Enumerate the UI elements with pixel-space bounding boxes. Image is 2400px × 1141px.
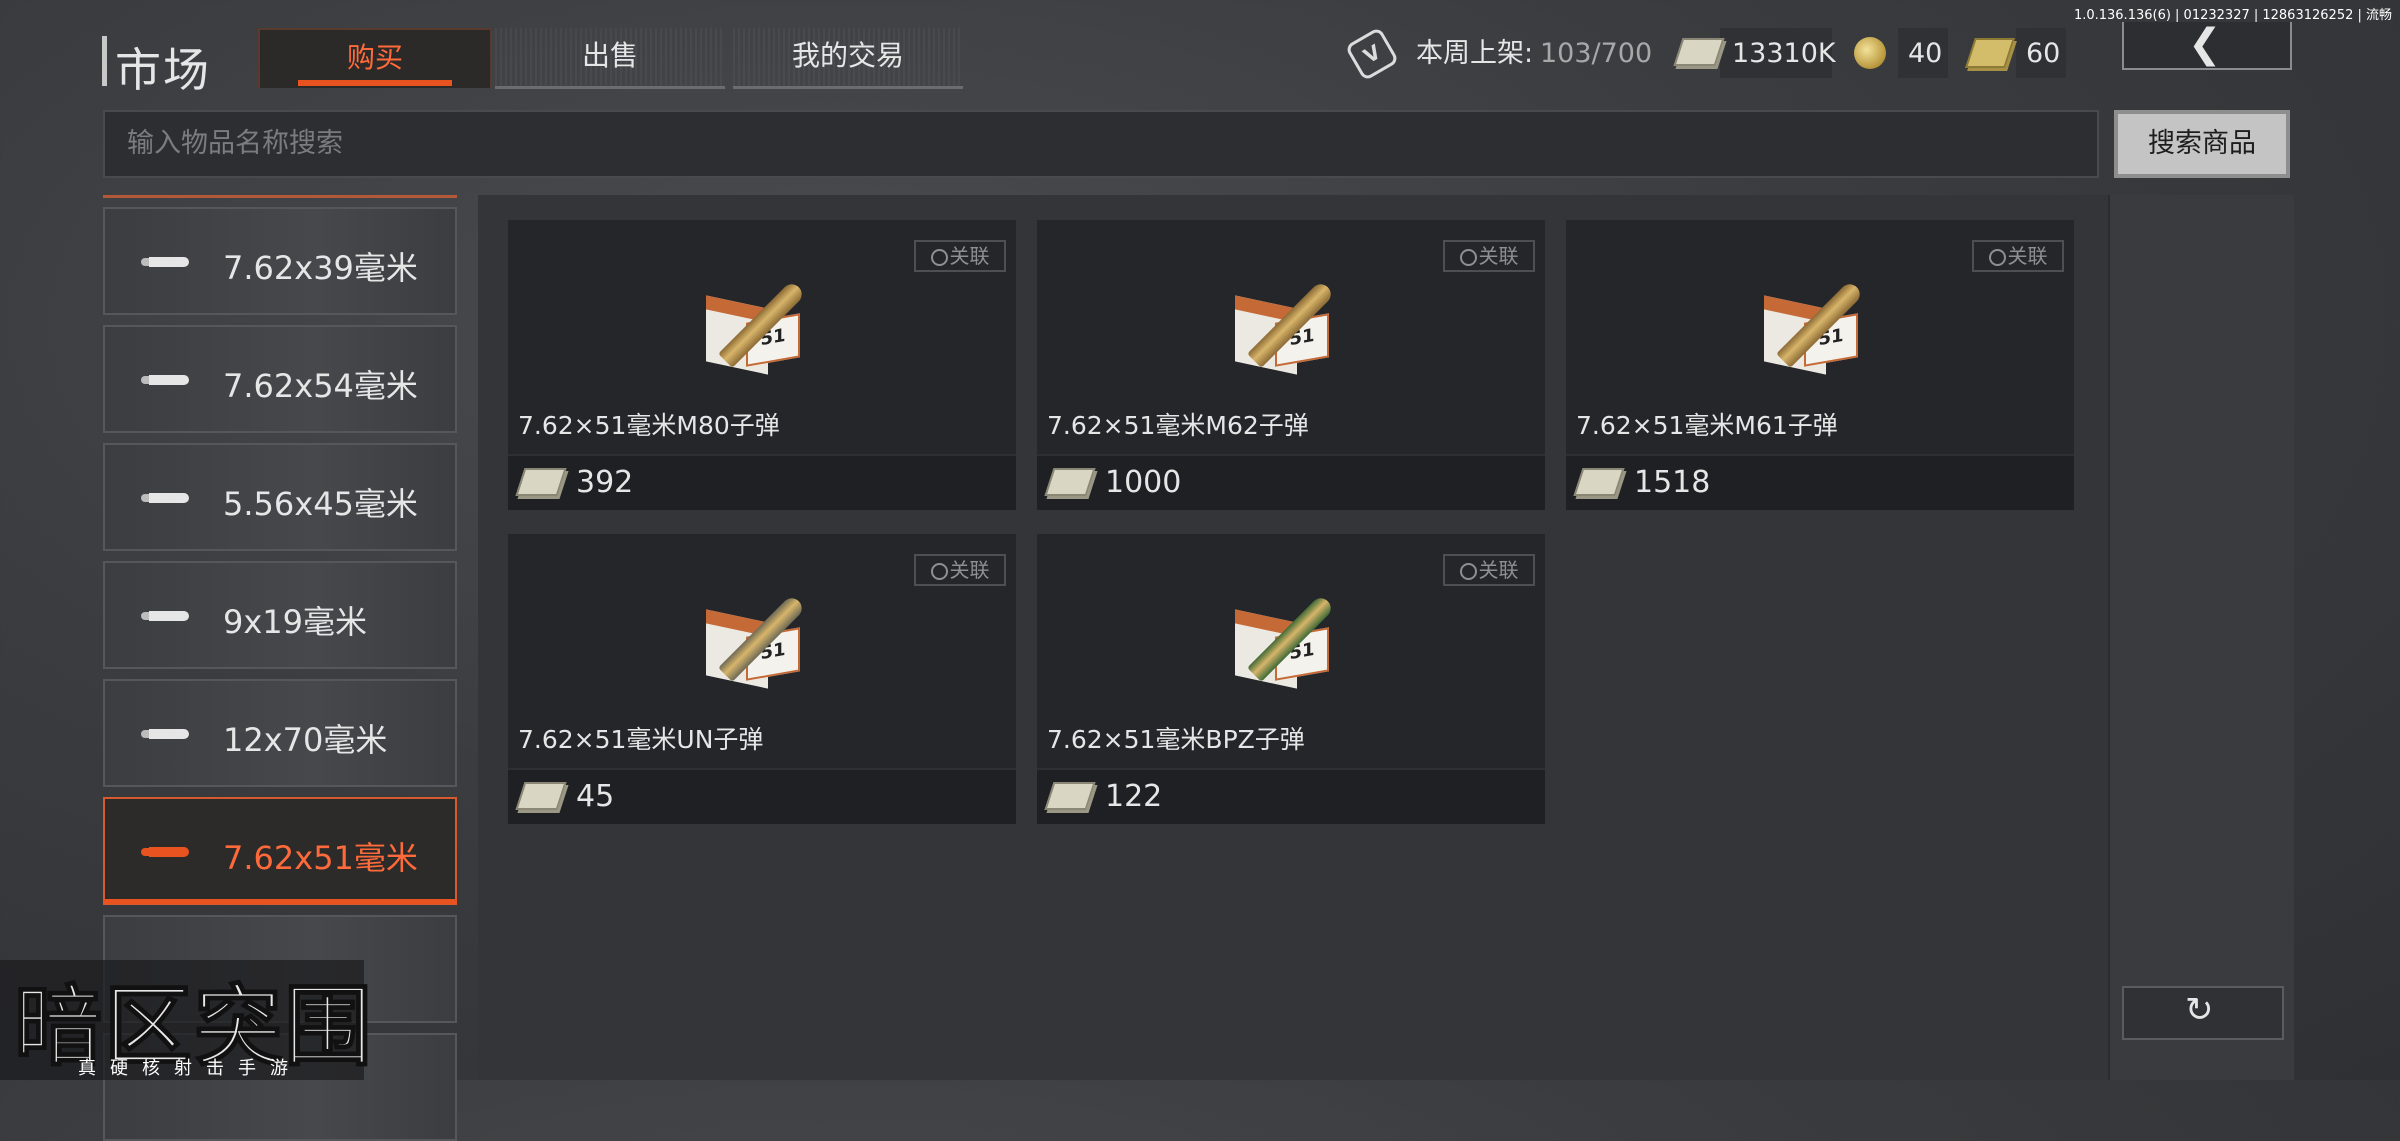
category-label: 7.62x39毫米	[223, 249, 418, 287]
weekly-listing-label: 本周上架:	[1416, 38, 1534, 69]
category-item-selected[interactable]: 7.62x51毫米	[103, 797, 457, 905]
item-name: 7.62×51毫米M62子弹	[1047, 411, 1309, 440]
related-label: 关联	[2007, 244, 2048, 268]
item-price: 1518	[1634, 465, 1711, 500]
category-item[interactable]: 7.62x39毫米	[103, 207, 457, 315]
coin-value: 40	[1908, 38, 1943, 69]
category-item[interactable]: 7.62x54毫米	[103, 325, 457, 433]
category-label: 12x70毫米	[223, 721, 388, 759]
search-icon	[1459, 563, 1477, 580]
item-card[interactable]: 51 关联 7.62×51毫米M80子弹 392	[508, 220, 1016, 510]
ammo-icon: 51	[1235, 272, 1355, 382]
sidebar-top-line	[103, 195, 457, 198]
related-button[interactable]: 关联	[914, 240, 1006, 272]
search-icon	[1988, 249, 2006, 266]
tab-sell[interactable]: 出售	[495, 28, 725, 89]
refresh-icon: ↻	[2185, 990, 2214, 1030]
listing-ticket-icon: V	[1344, 26, 1400, 82]
item-card[interactable]: 51 关联 7.62×51毫米UN子弹 45	[508, 534, 1016, 824]
cash-value: 13310K	[1732, 38, 1836, 69]
category-label: 9x19毫米	[223, 603, 368, 641]
category-item[interactable]: 5.56x45毫米	[103, 443, 457, 551]
related-button[interactable]: 关联	[914, 554, 1006, 586]
related-label: 关联	[1478, 244, 1519, 268]
tab-my-trades[interactable]: 我的交易	[733, 28, 963, 89]
bullet-icon	[141, 375, 189, 385]
search-icon	[1459, 249, 1477, 266]
category-item[interactable]: 9x19毫米	[103, 561, 457, 669]
search-icon	[930, 563, 948, 580]
item-name: 7.62×51毫米M80子弹	[518, 411, 780, 440]
gold-cash-value: 60	[2026, 38, 2061, 69]
cash-icon	[1673, 38, 1725, 66]
bullet-icon	[141, 493, 189, 503]
related-label: 关联	[1478, 558, 1519, 582]
version-text: 1.0.136.136(6) | 01232327 | 12863126252 …	[2073, 8, 2392, 23]
weekly-listing-value: 103/700	[1540, 38, 1653, 69]
related-button[interactable]: 关联	[1443, 240, 1535, 272]
bullet-icon	[141, 611, 189, 621]
category-label: 5.56x45毫米	[223, 485, 418, 523]
search-input[interactable]: 输入物品名称搜索	[103, 110, 2099, 178]
category-label: 7.62x51毫米	[223, 839, 418, 877]
related-label: 关联	[949, 558, 990, 582]
tab-buy[interactable]: 购买	[258, 28, 492, 88]
item-card[interactable]: 51 关联 7.62×51毫米M62子弹 1000	[1037, 220, 1545, 510]
item-price: 45	[576, 779, 615, 814]
bullet-icon	[141, 257, 189, 267]
category-item[interactable]: 12x70毫米	[103, 679, 457, 787]
ammo-icon: 51	[706, 272, 826, 382]
coin-icon	[1854, 37, 1886, 69]
ammo-icon: 51	[706, 586, 826, 696]
related-button[interactable]: 关联	[1443, 554, 1535, 586]
item-card[interactable]: 51 关联 7.62×51毫米BPZ子弹 122	[1037, 534, 1545, 824]
item-name: 7.62×51毫米M61子弹	[1576, 411, 1838, 440]
item-price: 392	[576, 465, 634, 500]
gold-cash-icon	[1965, 38, 2015, 68]
item-card[interactable]: 51 关联 7.62×51毫米M61子弹 1518	[1566, 220, 2074, 510]
item-price: 122	[1105, 779, 1163, 814]
bullet-icon	[141, 847, 189, 857]
category-label: 7.62x54毫米	[223, 367, 418, 405]
right-column	[2108, 195, 2294, 1080]
search-button[interactable]: 搜索商品	[2114, 110, 2290, 178]
search-icon	[930, 249, 948, 266]
ammo-icon: 51	[1764, 272, 1884, 382]
chevron-left-icon: ❮	[2188, 21, 2222, 67]
category-selected-underline	[103, 899, 457, 904]
related-label: 关联	[949, 244, 990, 268]
item-name: 7.62×51毫米BPZ子弹	[1047, 725, 1305, 754]
tab-active-underline	[298, 80, 452, 86]
game-logo-subtitle: 真硬核射击手游	[78, 1058, 302, 1079]
related-button[interactable]: 关联	[1972, 240, 2064, 272]
item-price: 1000	[1105, 465, 1182, 500]
item-name: 7.62×51毫米UN子弹	[518, 725, 764, 754]
title-accent-bar	[102, 36, 107, 86]
page-title: 市场	[115, 43, 211, 97]
ammo-icon: 51	[1235, 586, 1355, 696]
bullet-icon	[141, 729, 189, 739]
